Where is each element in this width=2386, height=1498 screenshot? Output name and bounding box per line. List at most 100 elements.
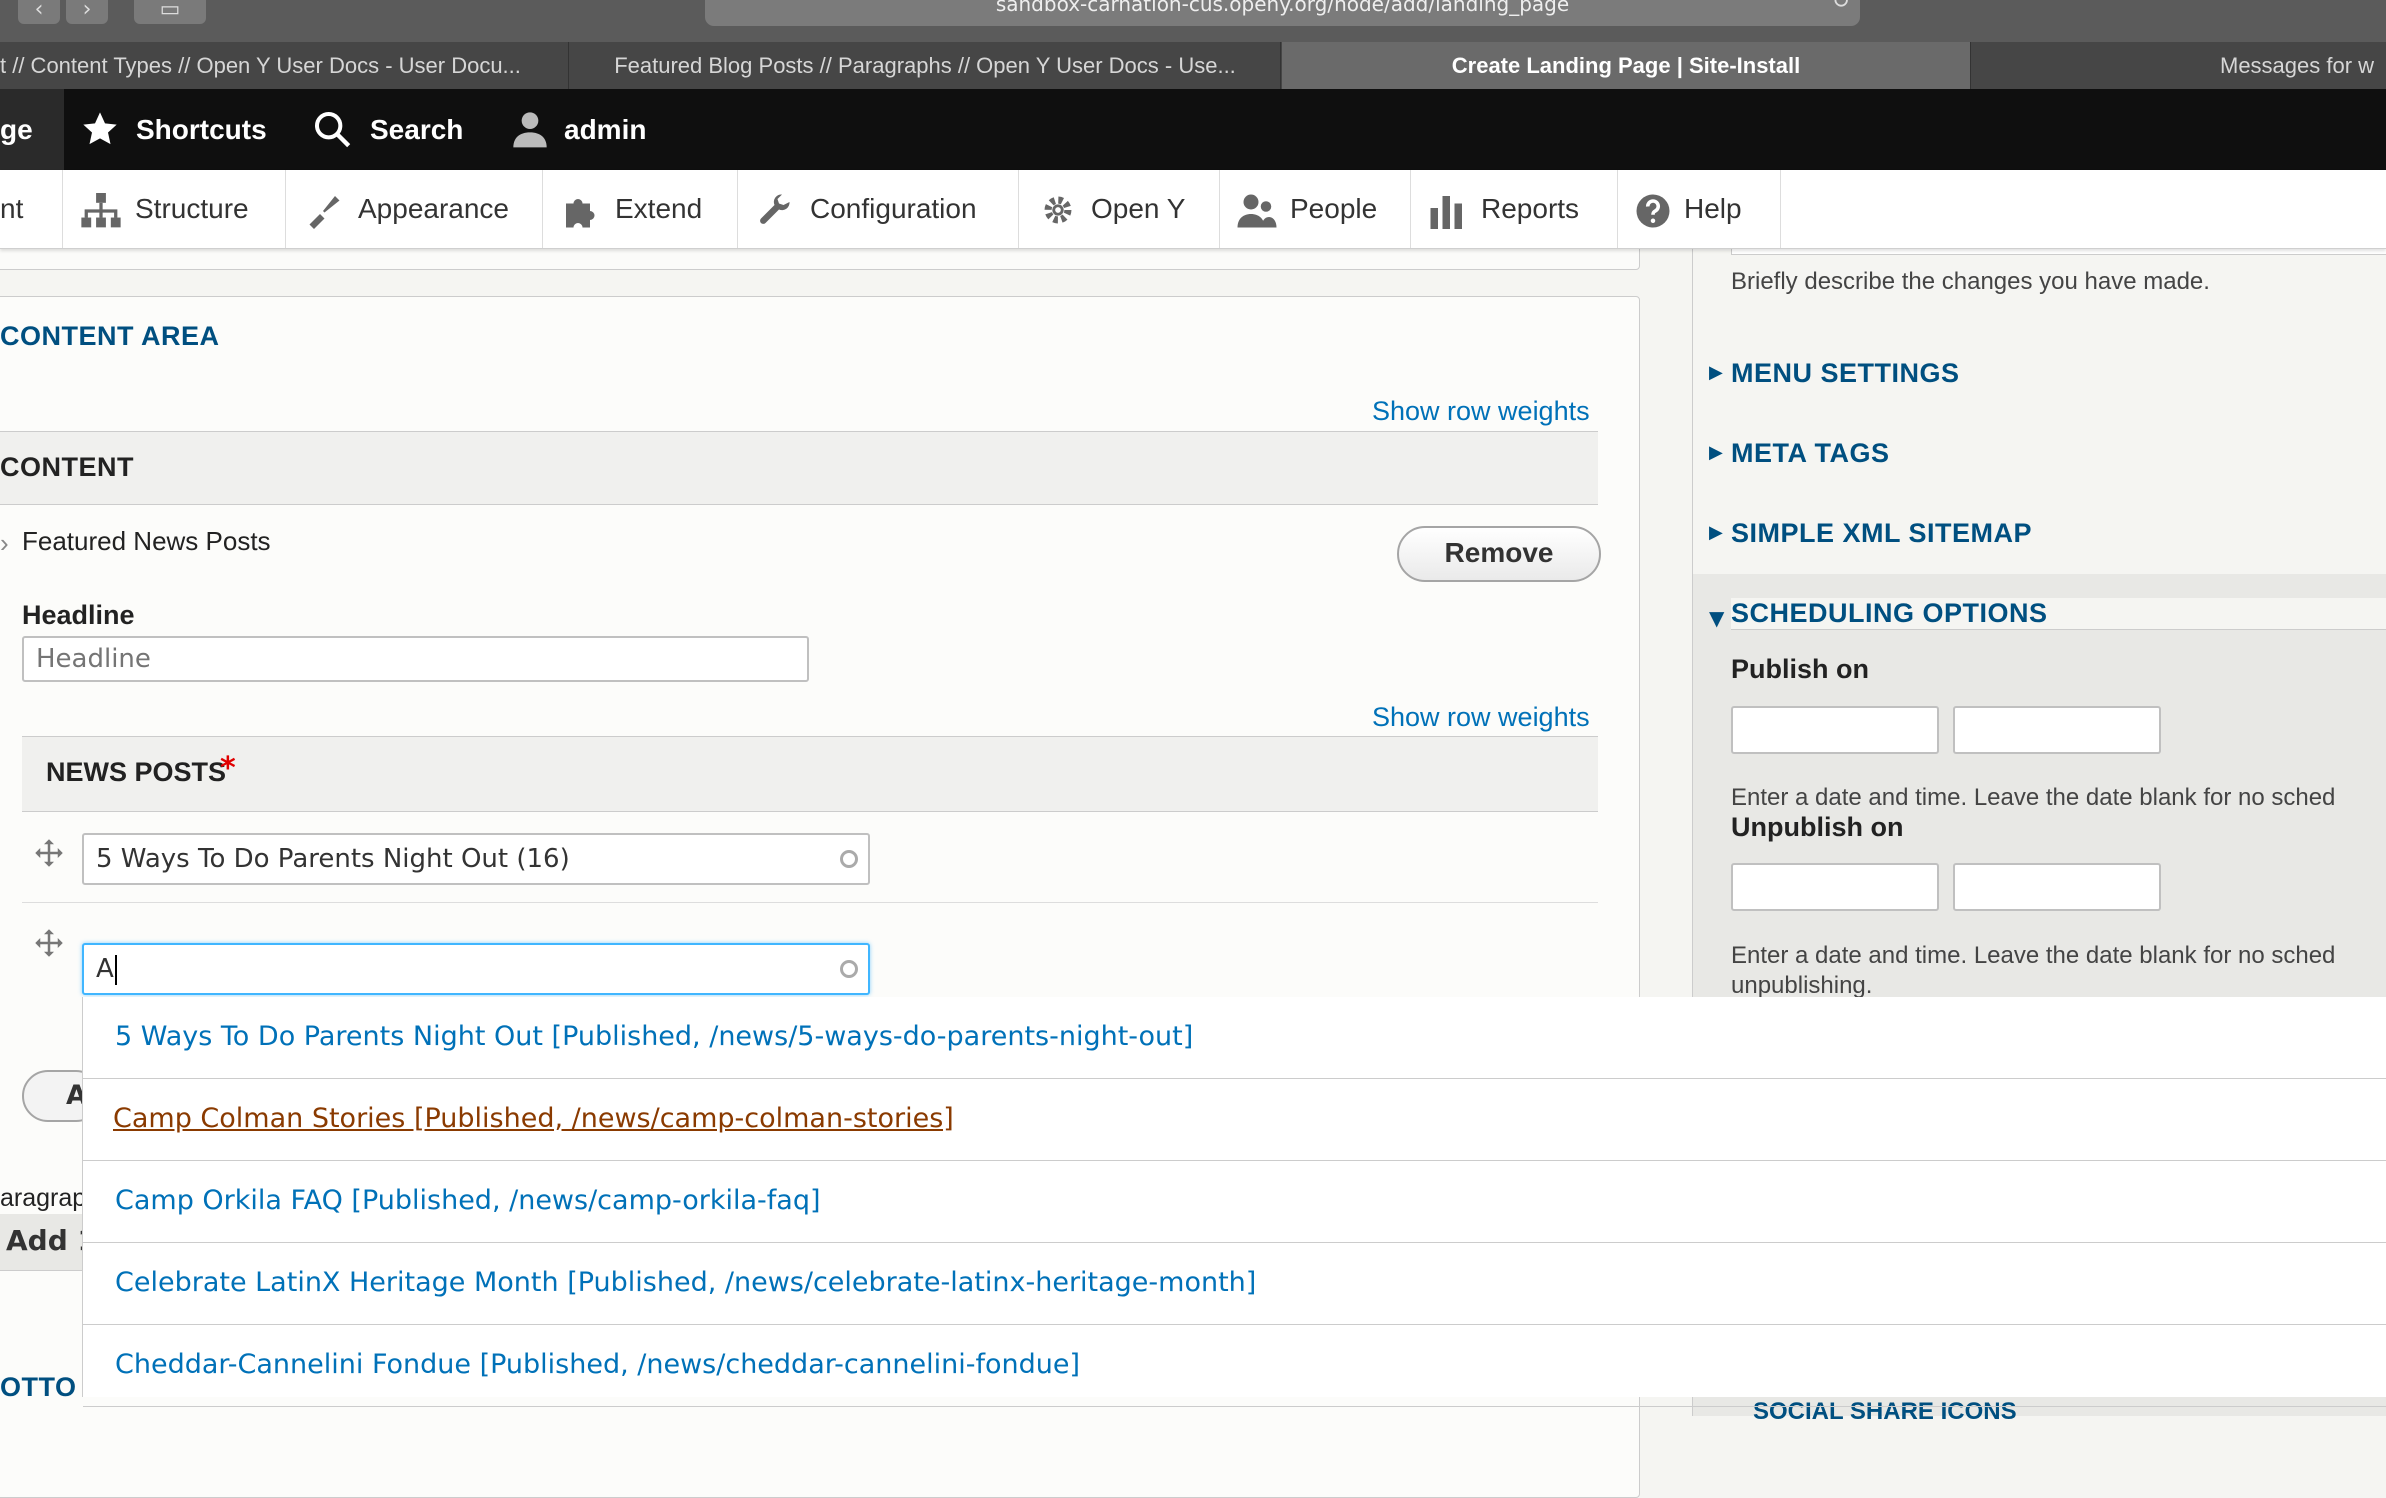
menu-content[interactable]: nt <box>0 170 63 248</box>
content-header-label: CONTENT <box>0 452 134 482</box>
drag-handle-icon[interactable] <box>34 838 64 868</box>
headline-label: Headline <box>22 600 135 630</box>
chevron-right-icon: › <box>82 0 92 22</box>
autocomplete-option[interactable]: Celebrate LatinX Heritage Month [Publish… <box>83 1243 2386 1325</box>
revision-section: Briefly describe the changes you have ma… <box>1693 238 2386 335</box>
menu-configuration[interactable]: Configuration <box>738 170 1019 248</box>
menu-label: Extend <box>615 193 703 224</box>
search-label: Search <box>370 114 464 145</box>
unpublish-date-input[interactable] <box>1731 863 1939 911</box>
back-button[interactable]: ‹ <box>18 0 60 24</box>
content-area-title: CONTENT AREA <box>0 321 220 351</box>
news-posts-header: NEWS POSTS * <box>22 736 1598 812</box>
option-label: Camp Orkila FAQ [Published, /news/camp-o… <box>115 1185 821 1216</box>
menu-people[interactable]: People <box>1220 170 1411 248</box>
autocomplete-option[interactable]: Camp Orkila FAQ [Published, /news/camp-o… <box>83 1161 2386 1243</box>
option-label: Cheddar-Cannelini Fondue [Published, /ne… <box>115 1349 1080 1380</box>
search-tab[interactable]: Search <box>312 89 472 170</box>
meta-tags-section[interactable]: ▶ META TAGS <box>1693 414 2386 495</box>
structure-icon <box>81 193 121 228</box>
people-icon <box>1237 194 1277 228</box>
shortcuts-label: Shortcuts <box>136 114 267 145</box>
add-more-label: Add 1 <box>6 1224 82 1257</box>
menu-structure[interactable]: Structure <box>63 170 286 248</box>
paintbrush-icon <box>309 196 340 229</box>
expand-triangle-icon: ▶ <box>1709 442 1723 463</box>
option-label: Camp Colman Stories [Published, /news/ca… <box>113 1103 954 1134</box>
sitemap-section[interactable]: ▶ SIMPLE XML SITEMAP <box>1693 494 2386 575</box>
meta-tags-title[interactable]: META TAGS <box>1731 438 1889 469</box>
menu-extend[interactable]: Extend <box>543 170 738 248</box>
user-tab[interactable]: admin <box>510 89 660 170</box>
user-label: admin <box>564 114 647 145</box>
paragraph-help-text: aragrap <box>0 1184 87 1212</box>
browser-titlebar: ‹ › ▭ sandbox-carnation-cus.openy.org/no… <box>0 0 2386 42</box>
menu-settings-title[interactable]: MENU SETTINGS <box>1731 358 1960 389</box>
forward-button[interactable]: › <box>66 0 108 24</box>
menu-reports[interactable]: Reports <box>1411 170 1618 248</box>
menu-openy[interactable]: Open Y <box>1019 170 1220 248</box>
news-post-input-2[interactable]: A <box>82 943 870 995</box>
paragraph-type-label: Featured News Posts <box>22 526 271 556</box>
bottom-area-title: OTTO <box>0 1372 77 1402</box>
manage-tab[interactable]: ge <box>0 89 64 170</box>
show-row-weights-link[interactable]: Show row weights <box>1372 396 1590 427</box>
wrench-icon <box>760 194 790 224</box>
menu-settings-section[interactable]: ▶ MENU SETTINGS <box>1693 334 2386 415</box>
sitemap-title[interactable]: SIMPLE XML SITEMAP <box>1731 518 2032 549</box>
chevron-left-icon: ‹ <box>34 0 44 22</box>
option-label: 5 Ways To Do Parents Night Out [Publishe… <box>115 1021 1194 1052</box>
star-icon <box>83 112 117 145</box>
collapse-triangle-icon[interactable]: › <box>0 528 9 559</box>
menu-label: Appearance <box>358 193 510 224</box>
drag-handle-icon[interactable] <box>34 928 64 958</box>
autocomplete-option[interactable]: 5 Ways To Do Parents Night Out [Publishe… <box>83 997 2386 1079</box>
option-label: Celebrate LatinX Heritage Month [Publish… <box>115 1267 1257 1298</box>
row-divider <box>22 902 1598 903</box>
required-marker: * <box>220 751 236 786</box>
browser-tab[interactable]: Messages for w <box>1972 42 2386 89</box>
admin-menu-tray: nt Structure Appearance Extend Configura… <box>0 170 2386 249</box>
content-table-header: CONTENT <box>0 431 1598 505</box>
tab-strip: t // Content Types // Open Y User Docs -… <box>0 42 2386 89</box>
reload-icon[interactable]: ↻ <box>1832 0 1850 13</box>
autocomplete-option[interactable]: Cheddar-Cannelini Fondue [Published, /ne… <box>83 1325 2386 1407</box>
menu-appearance[interactable]: Appearance <box>286 170 543 248</box>
scheduling-title[interactable]: SCHEDULING OPTIONS <box>1731 598 2386 630</box>
menu-label: Help <box>1684 193 1742 224</box>
autocomplete-throbber-icon <box>840 850 858 868</box>
help-icon <box>1636 194 1670 228</box>
revision-hint: Briefly describe the changes you have ma… <box>1731 268 2210 295</box>
publish-date-input[interactable] <box>1731 706 1939 754</box>
tab-label: Messages for w <box>2220 53 2375 78</box>
autocomplete-option-hovered[interactable]: Camp Colman Stories [Published, /news/ca… <box>83 1079 2386 1161</box>
news-post-value: 5 Ways To Do Parents Night Out (16) <box>96 844 570 874</box>
publish-hint: Enter a date and time. Leave the date bl… <box>1731 784 2336 811</box>
browser-tab[interactable]: Featured Blog Posts // Paragraphs // Ope… <box>570 42 1281 89</box>
headline-input[interactable] <box>22 636 809 682</box>
unpublish-hint: Enter a date and time. Leave the date bl… <box>1731 942 2336 969</box>
menu-help[interactable]: Help <box>1618 170 1781 248</box>
show-row-weights-link[interactable]: Show row weights <box>1372 702 1590 733</box>
menu-label: Structure <box>135 193 249 224</box>
autocomplete-throbber-icon <box>840 960 858 978</box>
news-post-input-1[interactable]: 5 Ways To Do Parents Night Out (16) <box>82 833 870 885</box>
menu-label: nt <box>0 193 24 224</box>
menu-label: Reports <box>1481 193 1580 224</box>
browser-tab-active[interactable]: Create Landing Page | Site-Install <box>1282 42 1971 89</box>
sidebar-icon: ▭ <box>159 0 181 22</box>
publish-on-label: Publish on <box>1731 654 1869 684</box>
unpublish-time-input[interactable] <box>1953 863 2161 911</box>
add-more-bar[interactable]: Add 1 <box>0 1214 82 1271</box>
expand-triangle-icon: ▶ <box>1709 522 1723 543</box>
shortcuts-tab[interactable]: Shortcuts <box>80 89 270 170</box>
collapse-triangle-icon[interactable]: ▼ <box>1709 606 1724 630</box>
publish-time-input[interactable] <box>1953 706 2161 754</box>
user-icon <box>513 112 547 148</box>
remove-button[interactable]: Remove <box>1397 526 1601 582</box>
browser-tab[interactable]: t // Content Types // Open Y User Docs -… <box>0 42 569 89</box>
unpublish-hint-cont: unpublishing. <box>1731 972 1873 999</box>
sidebar-toggle-button[interactable]: ▭ <box>134 0 206 24</box>
address-bar[interactable]: sandbox-carnation-cus.openy.org/node/add… <box>705 0 1860 26</box>
admin-toolbar: ge Shortcuts Search admin <box>0 89 2386 170</box>
